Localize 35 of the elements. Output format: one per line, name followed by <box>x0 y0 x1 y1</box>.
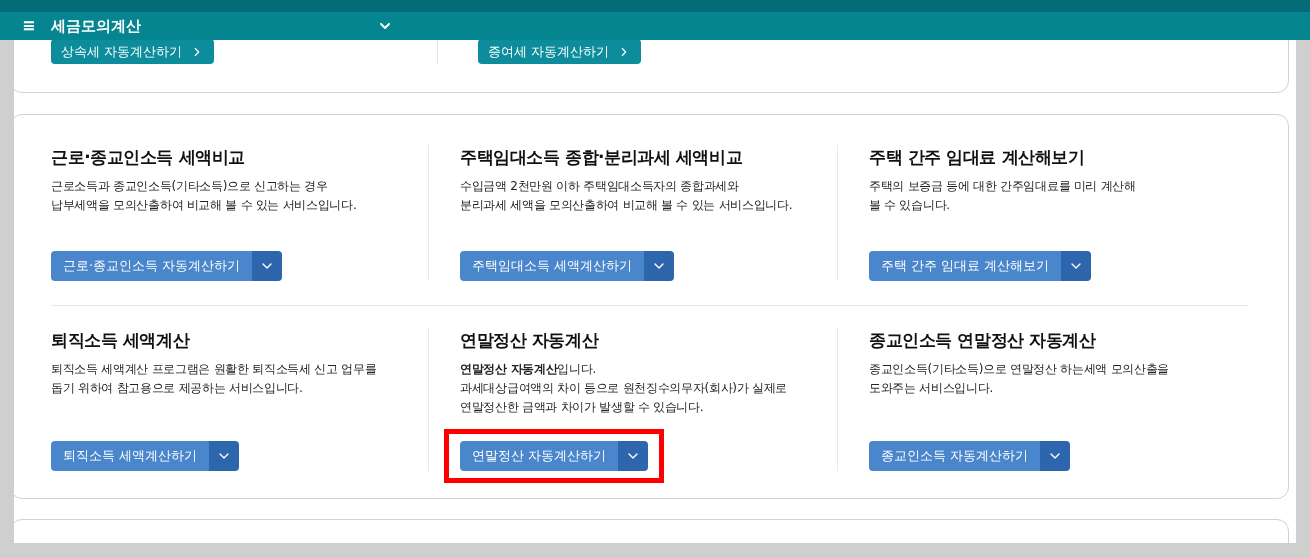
description-line: 도와주는 서비스입니다. <box>869 380 995 397</box>
calculate-button[interactable]: 근로·종교인소득 자동계산하기 <box>51 251 253 281</box>
description-line: 볼 수 있습니다. <box>869 197 951 214</box>
description-line: 수입금액 2천만원 이하 주택임대소득자의 종합과세와 <box>460 178 740 195</box>
dropdown-button[interactable] <box>209 441 240 471</box>
description-line: 연말정산한 금액과 차이가 발생할 수 있습니다. <box>460 399 705 416</box>
description-line: 분리과세 세액을 모의산출하여 비교해 볼 수 있는 서비스입니다. <box>460 197 794 214</box>
description-line: 종교인소득(기타소득)으로 연말정산 하는세액 모의산출을 <box>869 361 1171 378</box>
dropdown-button[interactable] <box>1040 441 1071 471</box>
calculate-button[interactable]: 상속세 자동계산하기 <box>51 39 215 64</box>
dropdown-button[interactable] <box>618 441 649 471</box>
service-title: 종교인소득 연말정산 자동계산 <box>869 329 1097 352</box>
description-line: 과세대상급여액의 차이 등으로 원천징수의무자(회사)가 실제로 <box>460 380 789 397</box>
description-line: 납부세액을 모의산출하여 비교해 볼 수 있는 서비스입니다. <box>51 197 358 214</box>
calculate-button[interactable]: 증여세 자동계산하기 <box>477 39 641 64</box>
description-line: 퇴직소득 세액계산 프로그램은 원활한 퇴직소득세 신고 업무를 <box>51 361 378 378</box>
calculate-button[interactable]: 종교인소득 자동계산하기 <box>869 441 1041 471</box>
dropdown-button[interactable] <box>644 251 675 281</box>
page-title: 세금모의계산 <box>51 15 142 37</box>
description-line: 근로소득과 종교인소득(기타소득)으로 신고하는 경우 <box>51 178 329 195</box>
service-title: 퇴직소득 세액계산 <box>51 329 191 352</box>
dropdown-button[interactable] <box>1061 251 1092 281</box>
calculate-button[interactable]: 퇴직소득 세액계산하기 <box>51 441 210 471</box>
menu-icon[interactable]: ≡ <box>22 14 36 38</box>
description-line: 연말정산 자동계산입니다. <box>460 361 598 378</box>
service-title: 주택 간주 임대료 계산해보기 <box>869 146 1086 169</box>
service-title: 근로·종교인소득 세액비교 <box>51 146 246 169</box>
service-title: 주택임대소득 종합·분리과세 세액비교 <box>460 146 744 169</box>
calculate-button[interactable]: 주택임대소득 세액계산하기 <box>460 251 645 281</box>
description-line: 돕기 위하여 참고용으로 제공하는 서비스입니다. <box>51 380 304 397</box>
calculate-button[interactable]: 연말정산 자동계산하기 <box>460 441 619 471</box>
dropdown-button[interactable] <box>252 251 283 281</box>
calculate-button[interactable]: 주택 간주 임대료 계산해보기 <box>869 251 1062 281</box>
service-title: 연말정산 자동계산 <box>460 329 600 352</box>
description-line: 주택의 보증금 등에 대한 간주임대료를 미리 계산해 <box>869 178 1137 195</box>
